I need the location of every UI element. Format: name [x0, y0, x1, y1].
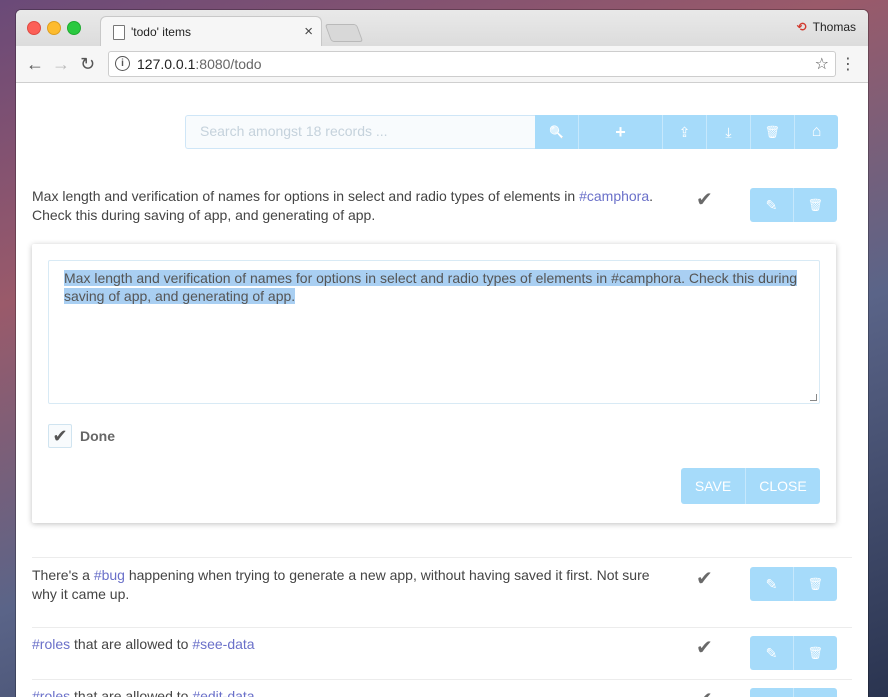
delete-button[interactable]: 🗑 — [793, 567, 837, 601]
upload-icon: ⇪ — [678, 123, 691, 140]
delete-button[interactable]: 🗑 — [793, 688, 837, 697]
plus-icon: + — [615, 121, 626, 142]
done-check-icon: ✔ — [696, 687, 713, 697]
profile-button[interactable]: ⟲ Thomas — [797, 20, 856, 34]
trash-icon: 🗑 — [807, 646, 824, 660]
delete-button[interactable]: 🗑 — [793, 636, 837, 670]
trash-icon: 🗑 — [807, 577, 824, 591]
divider — [32, 679, 852, 680]
url-text[interactable]: 127.0.0.1:8080/todo — [137, 56, 262, 72]
minimize-window-button[interactable] — [47, 21, 61, 35]
new-tab-button[interactable] — [324, 24, 364, 42]
edit-button[interactable]: ✎ — [750, 188, 793, 222]
trash-icon: 🗑 — [764, 125, 781, 139]
item-text-part: There's a — [32, 567, 94, 583]
back-icon[interactable]: ← — [26, 54, 44, 75]
reload-icon[interactable]: ↻ — [80, 54, 95, 75]
info-icon[interactable]: i — [115, 56, 130, 71]
edit-button[interactable]: ✎ — [750, 636, 793, 670]
item-text: Max length and verification of names for… — [32, 187, 662, 225]
editor-buttons: SAVE CLOSE — [681, 468, 820, 504]
title-bar: 'todo' items × ⟲ Thomas — [16, 10, 868, 47]
home-button[interactable]: ⌂ — [794, 115, 838, 149]
pencil-icon: ✎ — [765, 196, 778, 213]
divider — [32, 627, 852, 628]
hashtag-link[interactable]: #roles — [32, 636, 70, 652]
page-content: 🔍 + ⇪ ⤓ 🗑 ⌂ Max length and verification … — [16, 83, 868, 697]
browser-toolbar: ← → ↻ i 127.0.0.1:8080/todo ☆ ⋮ — [16, 46, 868, 83]
forward-icon[interactable]: → — [52, 54, 70, 75]
item-text-part: that are allowed to — [70, 688, 193, 697]
add-button[interactable]: + — [578, 115, 662, 149]
download-icon: ⤓ — [725, 123, 732, 140]
pencil-icon: ✎ — [765, 644, 778, 661]
search-button[interactable]: 🔍 — [535, 115, 578, 149]
close-button[interactable]: CLOSE — [745, 468, 820, 504]
hashtag-link[interactable]: #roles — [32, 688, 70, 697]
item-text-part: that are allowed to — [70, 636, 193, 652]
url-host: 127.0.0.1 — [137, 56, 196, 72]
close-window-button[interactable] — [27, 21, 41, 35]
resize-handle[interactable] — [810, 394, 817, 401]
row-buttons: ✎ 🗑 — [750, 636, 837, 670]
done-check-icon: ✔ — [696, 637, 713, 659]
tab-close-icon[interactable]: × — [304, 23, 313, 40]
zoom-window-button[interactable] — [67, 21, 81, 35]
textarea-content[interactable]: Max length and verification of names for… — [64, 269, 814, 305]
edit-panel: Max length and verification of names for… — [32, 244, 836, 523]
address-bar[interactable]: i 127.0.0.1:8080/todo ☆ — [108, 51, 836, 77]
hashtag-link[interactable]: #see-data — [192, 636, 254, 652]
item-text: #roles that are allowed to #edit-data — [32, 687, 662, 697]
row-buttons: ✎ 🗑 — [750, 688, 837, 697]
done-check-icon: ✔ — [696, 189, 713, 211]
search-input[interactable] — [186, 116, 544, 146]
edit-button[interactable]: ✎ — [750, 567, 793, 601]
item-text: #roles that are allowed to #see-data — [32, 635, 662, 654]
search-box — [185, 115, 544, 149]
trash-icon: 🗑 — [807, 198, 824, 212]
done-checkbox[interactable]: ✔ — [48, 424, 72, 448]
tab-title: 'todo' items — [131, 25, 191, 39]
browser-tab[interactable]: 'todo' items × — [100, 16, 322, 47]
hashtag-link[interactable]: #camphora — [579, 188, 649, 204]
item-text: There's a #bug happening when trying to … — [32, 566, 662, 604]
done-label: Done — [80, 428, 115, 444]
delete-all-button[interactable]: 🗑 — [750, 115, 794, 149]
save-button[interactable]: SAVE — [681, 468, 745, 504]
home-icon: ⌂ — [811, 123, 822, 140]
profile-name: Thomas — [812, 20, 856, 34]
delete-button[interactable]: 🗑 — [793, 188, 837, 222]
edit-button[interactable]: ✎ — [750, 688, 793, 697]
hashtag-link[interactable]: #edit-data — [192, 688, 254, 697]
item-text-part: happening when trying to generate a new … — [32, 567, 650, 602]
browser-menu-icon[interactable]: ⋮ — [840, 54, 856, 74]
done-check-icon: ✔ — [696, 568, 713, 590]
bookmark-star-icon[interactable]: ☆ — [815, 54, 829, 74]
upload-button[interactable]: ⇪ — [662, 115, 706, 149]
url-path: :8080/todo — [195, 56, 262, 72]
profile-icon: ⟲ — [796, 20, 807, 34]
divider — [32, 557, 852, 558]
download-button[interactable]: ⤓ — [706, 115, 750, 149]
browser-window: 'todo' items × ⟲ Thomas ← → ↻ i 127.0.0.1… — [16, 10, 868, 697]
item-textarea[interactable]: Max length and verification of names for… — [48, 260, 820, 404]
row-buttons: ✎ 🗑 — [750, 567, 837, 601]
selected-text: Max length and verification of names for… — [64, 270, 798, 304]
toolbar-button-group: 🔍 + ⇪ ⤓ 🗑 ⌂ — [535, 115, 838, 149]
item-text-part: Max length and verification of names for… — [32, 188, 580, 204]
document-icon — [113, 25, 125, 40]
row-buttons: ✎ 🗑 — [750, 188, 837, 222]
search-icon: 🔍 — [549, 125, 564, 139]
hashtag-link[interactable]: #bug — [94, 567, 125, 583]
pencil-icon: ✎ — [765, 575, 778, 592]
